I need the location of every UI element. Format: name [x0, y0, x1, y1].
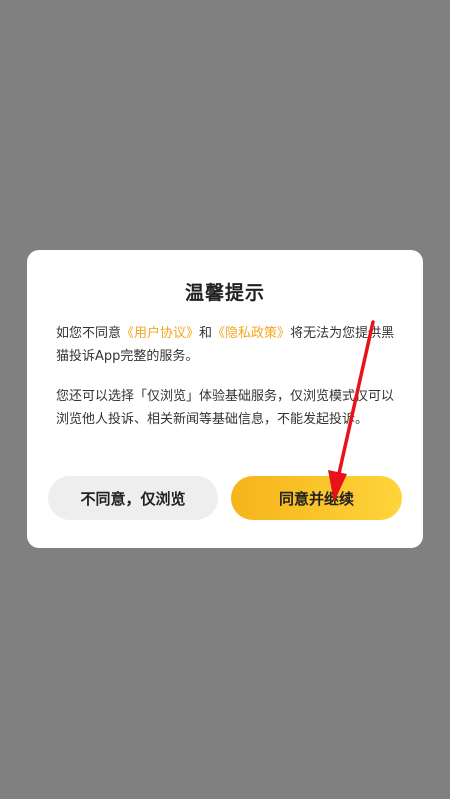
privacy-dialog: 温馨提示 如您不同意《用户协议》和《隐私政策》将无法为您提供黑猫投诉App完整的…	[27, 250, 423, 548]
notice-prefix: 如您不同意	[56, 326, 122, 341]
agree-continue-button[interactable]: 同意并继续	[231, 476, 402, 520]
agreement-notice: 如您不同意《用户协议》和《隐私政策》将无法为您提供黑猫投诉App完整的服务。	[56, 322, 401, 368]
browse-only-notice: 您还可以选择「仅浏览」体验基础服务，仅浏览模式仅可以浏览他人投诉、相关新闻等基础…	[56, 389, 395, 427]
dialog-title: 温馨提示	[184, 282, 265, 304]
decline-browse-only-button[interactable]: 不同意，仅浏览	[48, 476, 218, 520]
notice-middle: 和	[199, 326, 213, 341]
user-agreement-link[interactable]: 《用户协议》	[121, 326, 199, 341]
privacy-policy-link[interactable]: 《隐私政策》	[212, 326, 290, 341]
